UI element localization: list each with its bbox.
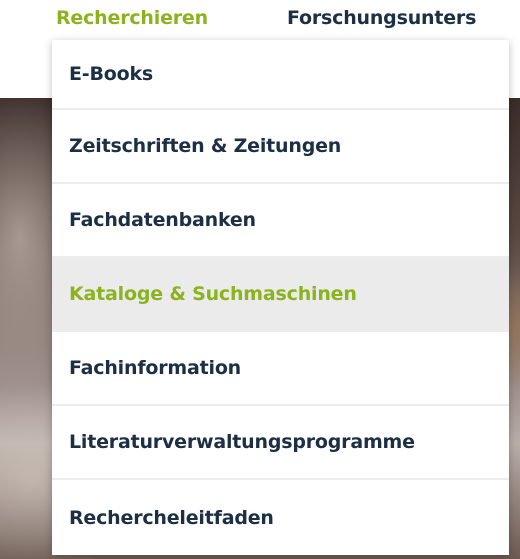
menu-item-label: Fachdatenbanken bbox=[69, 209, 256, 231]
nav-item-forschungsunterstuetzung[interactable]: Forschungsunters bbox=[287, 4, 476, 32]
menu-item-kataloge-suchmaschinen[interactable]: Kataloge & Suchmaschinen bbox=[52, 258, 509, 332]
menu-item-e-books[interactable]: E-Books bbox=[52, 40, 509, 110]
menu-item-fachdatenbanken[interactable]: Fachdatenbanken bbox=[52, 184, 509, 258]
menu-item-zeitschriften-zeitungen[interactable]: Zeitschriften & Zeitungen bbox=[52, 110, 509, 184]
nav-item-recherchieren[interactable]: Recherchieren bbox=[56, 4, 208, 32]
menu-item-label: Fachinformation bbox=[69, 357, 241, 379]
recherchieren-dropdown-menu: E-Books Zeitschriften & Zeitungen Fachda… bbox=[52, 40, 509, 555]
menu-item-rechercheleitfaden[interactable]: Rechercheleitfaden bbox=[52, 480, 509, 555]
top-navigation: Recherchieren Forschungsunters bbox=[0, 0, 520, 40]
menu-item-label: Kataloge & Suchmaschinen bbox=[69, 283, 357, 305]
menu-item-literaturverwaltungsprogramme[interactable]: Literaturverwaltungsprogramme bbox=[52, 406, 509, 480]
menu-item-label: Literaturverwaltungsprogramme bbox=[69, 431, 415, 453]
menu-item-label: E-Books bbox=[69, 63, 153, 85]
menu-item-fachinformation[interactable]: Fachinformation bbox=[52, 332, 509, 406]
menu-item-label: Rechercheleitfaden bbox=[69, 506, 274, 529]
menu-item-label: Zeitschriften & Zeitungen bbox=[69, 135, 342, 157]
